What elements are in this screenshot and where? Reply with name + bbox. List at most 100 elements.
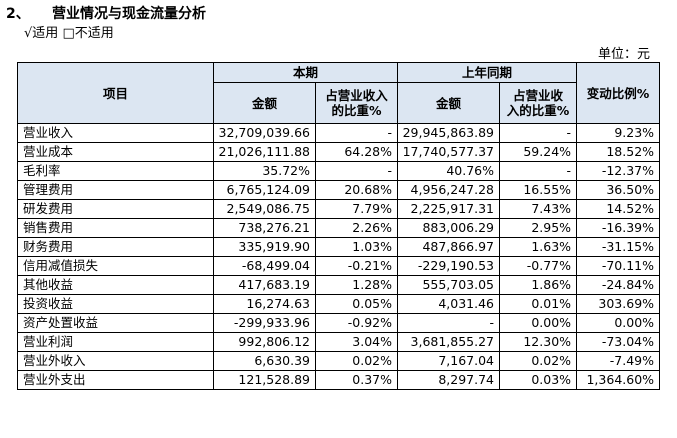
- header-prior-period: 上年同期: [397, 62, 578, 83]
- change-ratio: 36.50%: [576, 180, 661, 200]
- change-ratio: -70.11%: [576, 256, 661, 276]
- table-row: 资产处置收益 -299,933.96 -0.92% -0.00% 0.00%: [17, 313, 661, 333]
- current-amount: -299,933.96: [213, 313, 316, 333]
- row-item: 财务费用: [17, 237, 214, 257]
- prior-amount: 40.76%: [397, 161, 501, 181]
- prior-ratio: -0.77%: [499, 256, 578, 276]
- header-current-ratio-line1: 占营业收入: [325, 88, 388, 103]
- change-ratio: 303.69%: [576, 294, 661, 314]
- current-amount: 32,709,039.66: [213, 123, 316, 143]
- current-amount: 6,765,124.09: [213, 180, 316, 200]
- table-row: 营业收入 32,709,039.66-29,945,863.89-9.23%: [17, 123, 661, 143]
- prior-ratio: 1.86%: [499, 275, 578, 295]
- table-row: 营业利润 992,806.12 3.04% 3,681,855.27 12.30% -73…: [17, 332, 661, 352]
- prior-amount: 2,225,917.31: [397, 199, 501, 219]
- table-row: 销售费用 738,276.21 2.26% 883,006.29 2.95% -16.39…: [17, 218, 661, 238]
- current-amount: 2,549,086.75: [213, 199, 316, 219]
- change-ratio: -16.39%: [576, 218, 661, 238]
- header-prior-amount: 金额: [397, 82, 501, 124]
- current-ratio: 64.28%: [314, 142, 399, 162]
- section-number: 2、: [6, 6, 30, 22]
- current-amount: 35.72%: [213, 161, 316, 181]
- row-item: 营业外支出: [17, 370, 214, 390]
- row-item: 营业成本: [17, 142, 214, 162]
- current-ratio: -0.21%: [314, 256, 399, 276]
- row-item: 其他收益: [17, 275, 214, 295]
- current-amount: 16,274.63: [213, 294, 316, 314]
- prior-amount: -229,190.53: [397, 256, 501, 276]
- change-ratio: -73.04%: [576, 332, 661, 352]
- prior-amount: 883,006.29: [397, 218, 501, 238]
- table-row: 研发费用 2,549,086.75 7.79% 2,225,917.31 7.43% 14…: [17, 199, 661, 219]
- prior-ratio: 0.03%: [499, 370, 578, 390]
- row-item: 资产处置收益: [17, 313, 214, 333]
- prior-ratio: 0.02%: [499, 351, 578, 371]
- row-item: 信用减值损失: [17, 256, 214, 276]
- prior-ratio: 0.01%: [499, 294, 578, 314]
- table-row: 投资收益 16,274.63 0.05% 4,031.46 0.01% 303.69%: [17, 294, 661, 314]
- header-current-amount: 金额: [213, 82, 316, 124]
- prior-ratio: 1.63%: [499, 237, 578, 257]
- change-ratio: 9.23%: [576, 123, 661, 143]
- header-prior-ratio: 占营业收 入的比重%: [499, 82, 578, 124]
- row-item: 研发费用: [17, 199, 214, 219]
- unit-label: 单位：元: [597, 47, 650, 62]
- header-current-ratio: 占营业收入 的比重%: [314, 82, 399, 124]
- table-row: 营业成本 21,026,111.88 64.28% 17,740,577.37 59.2…: [17, 142, 661, 162]
- current-amount: 992,806.12: [213, 332, 316, 352]
- row-item: 销售费用: [17, 218, 214, 238]
- header-change: 变动比例%: [576, 62, 661, 124]
- current-ratio: 7.79%: [314, 199, 399, 219]
- current-ratio: 1.03%: [314, 237, 399, 257]
- table-row: 财务费用 335,919.90 1.03% 487,866.97 1.63% -31.15…: [17, 237, 661, 257]
- change-ratio: -7.49%: [576, 351, 661, 371]
- table-row: 毛利率 35.72% -40.76% - -12.37%: [17, 161, 661, 181]
- row-item: 营业外收入: [17, 351, 214, 371]
- section-title: 营业情况与现金流量分析: [52, 6, 206, 22]
- change-ratio: 14.52%: [576, 199, 661, 219]
- prior-ratio: 0.00%: [499, 313, 578, 333]
- current-ratio: 1.28%: [314, 275, 399, 295]
- table-row: 信用减值损失 -68,499.04 -0.21% -229,190.53 -0.77% -…: [17, 256, 661, 276]
- current-ratio: 3.04%: [314, 332, 399, 352]
- table-row: 营业外支出 121,528.89 0.37% 8,297.74 0.03% 1,364.6…: [17, 370, 661, 390]
- current-ratio: 0.37%: [314, 370, 399, 390]
- row-item: 毛利率: [17, 161, 214, 181]
- table-row: 管理费用 6,765,124.09 20.68% 4,956,247.28 16.55%…: [17, 180, 661, 200]
- prior-amount: 17,740,577.37: [397, 142, 501, 162]
- prior-amount: 3,681,855.27: [397, 332, 501, 352]
- change-ratio: -12.37%: [576, 161, 661, 181]
- change-ratio: -24.84%: [576, 275, 661, 295]
- prior-ratio: -: [499, 161, 578, 181]
- header-current-period: 本期: [212, 62, 399, 83]
- current-amount: 335,919.90: [213, 237, 316, 257]
- current-ratio: -0.92%: [314, 313, 399, 333]
- current-amount: 417,683.19: [213, 275, 316, 295]
- prior-ratio: 2.95%: [499, 218, 578, 238]
- change-ratio: 18.52%: [576, 142, 661, 162]
- header-item: 项目: [17, 62, 214, 124]
- prior-amount: 29,945,863.89: [397, 123, 501, 143]
- change-ratio: 0.00%: [576, 313, 661, 333]
- prior-ratio: 7.43%: [499, 199, 578, 219]
- current-amount: 21,026,111.88: [213, 142, 316, 162]
- prior-amount: 4,956,247.28: [397, 180, 501, 200]
- row-item: 管理费用: [17, 180, 214, 200]
- section-heading: 2、 营业情况与现金流量分析: [6, 3, 206, 23]
- header-prior-ratio-line2: 入的比重%: [506, 103, 570, 118]
- current-ratio: 20.68%: [314, 180, 399, 200]
- current-amount: 738,276.21: [213, 218, 316, 238]
- prior-ratio: 59.24%: [499, 142, 578, 162]
- prior-amount: 487,866.97: [397, 237, 501, 257]
- prior-ratio: -: [499, 123, 578, 143]
- current-ratio: -: [314, 123, 399, 143]
- operating-results-table: 项目 本期 上年同期 变动比例% 金额 占营业收入 的比重% 金额 占营业收 入…: [17, 62, 661, 390]
- row-item: 营业利润: [17, 332, 214, 352]
- prior-amount: 8,297.74: [397, 370, 501, 390]
- prior-ratio: 12.30%: [499, 332, 578, 352]
- table-row: 营业外收入 6,630.39 0.02% 7,167.04 0.02% -7.49%: [17, 351, 661, 371]
- current-ratio: 2.26%: [314, 218, 399, 238]
- current-amount: -68,499.04: [213, 256, 316, 276]
- header-current-ratio-line2: 的比重%: [331, 103, 382, 118]
- applicable-option: √适用: [24, 26, 59, 41]
